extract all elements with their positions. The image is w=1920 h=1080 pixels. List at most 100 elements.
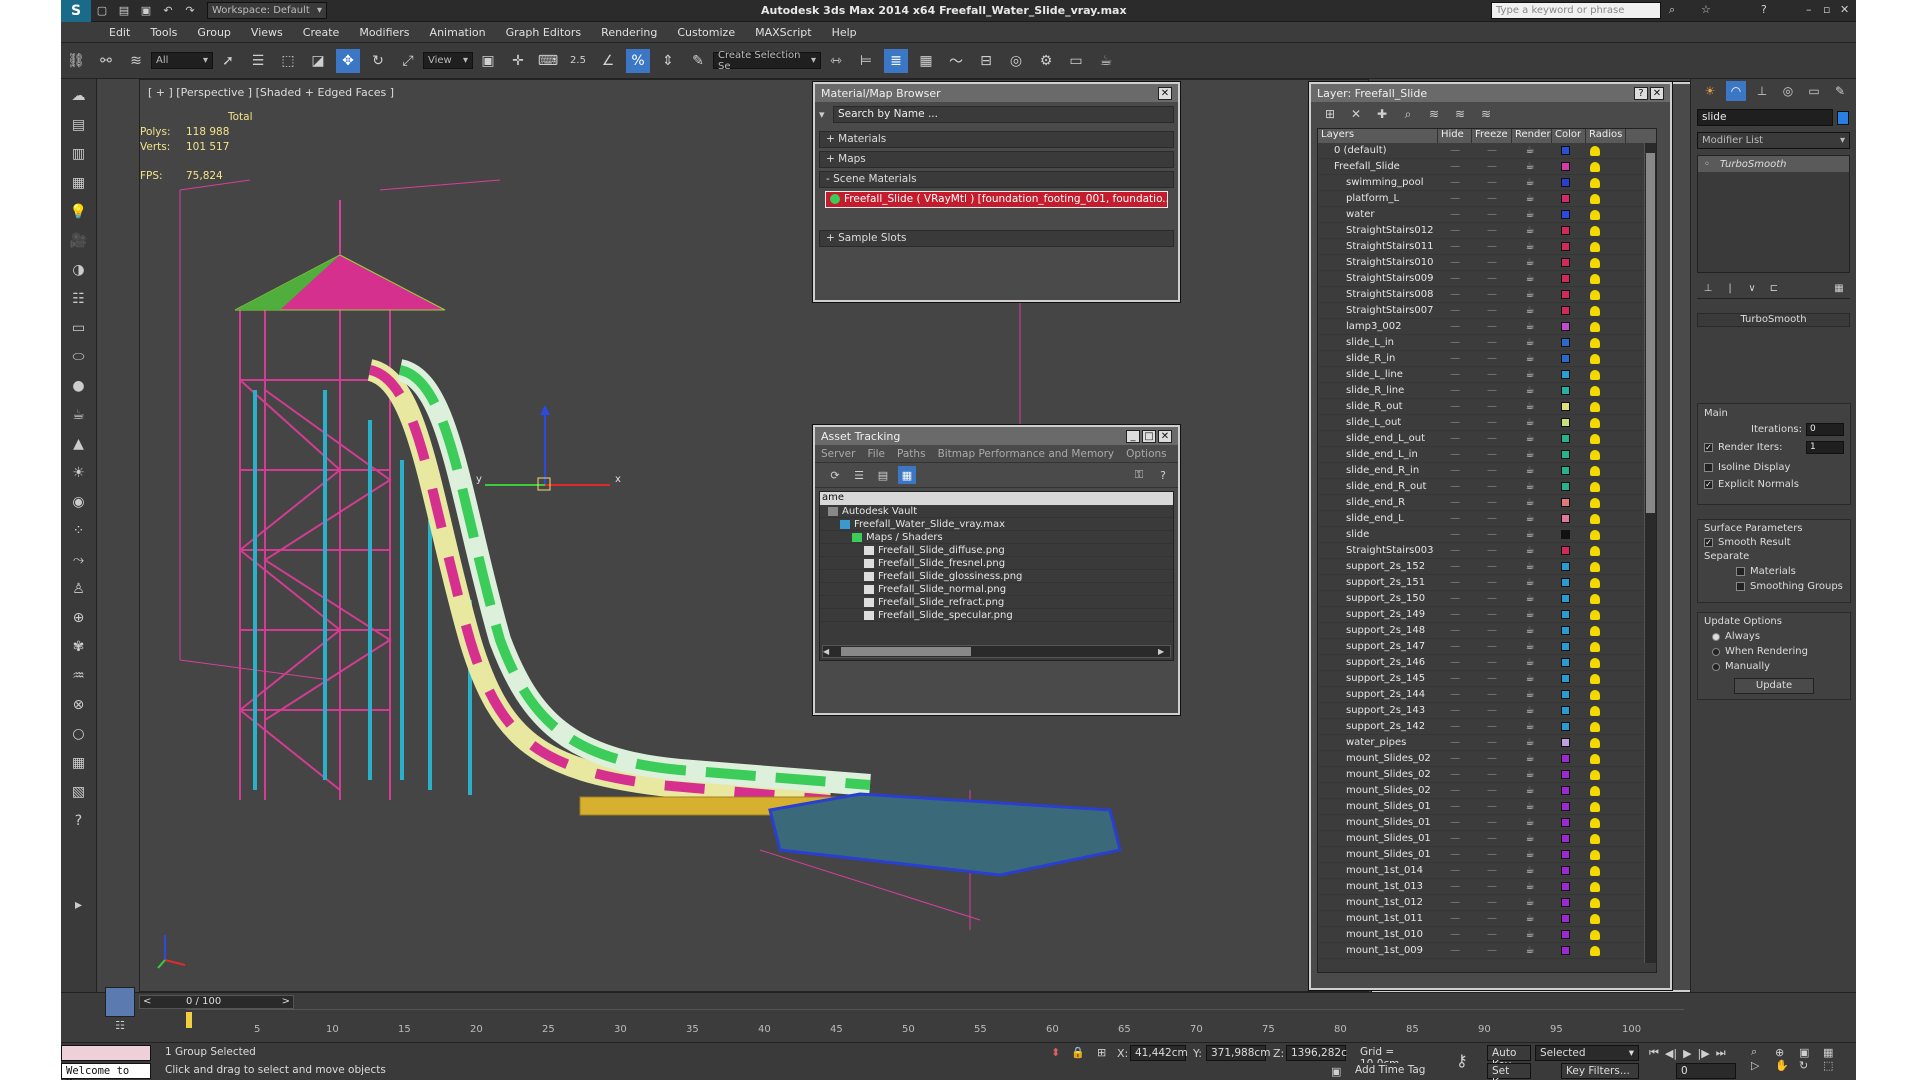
layer-row[interactable]: 0 (default) — — ☕ — [1318, 143, 1656, 159]
modify-tab-icon[interactable]: ◠ — [1726, 81, 1746, 101]
layer-color-swatch[interactable] — [1561, 482, 1570, 491]
layer-hide-toggle[interactable]: — — [1438, 385, 1472, 396]
col-radiosity[interactable]: Radios — [1586, 129, 1626, 143]
add-time-tag[interactable]: Add Time Tag — [1351, 1063, 1451, 1079]
sun-icon[interactable]: ☀ — [67, 461, 91, 485]
layer-row[interactable]: slide_end_L_out — — ☕ — [1318, 431, 1656, 447]
radiosity-lightbulb-icon[interactable] — [1590, 497, 1600, 508]
layer-row[interactable]: slide_end_R_in — — ☕ — [1318, 463, 1656, 479]
layer-row[interactable]: StraightStairs008— — ☕ — [1318, 287, 1656, 303]
open-file-icon[interactable]: ▤ — [116, 0, 132, 23]
utilities-tab-icon[interactable]: ✎ — [1830, 81, 1850, 101]
layer-freeze-toggle[interactable]: — — [1472, 513, 1512, 524]
layer-color-swatch[interactable] — [1561, 834, 1570, 843]
select-highlighted-icon[interactable]: ⌕ — [1398, 104, 1418, 124]
render-teapot-icon[interactable]: ☕ — [1512, 609, 1548, 620]
render-teapot-icon[interactable]: ☕ — [1512, 417, 1548, 428]
render-teapot-icon[interactable]: ☕ — [1512, 497, 1548, 508]
layer-row[interactable]: support_2s_142— — ☕ — [1318, 719, 1656, 735]
lightbulb-icon[interactable]: ◦ — [1704, 159, 1710, 170]
motion-tab-icon[interactable]: ◎ — [1778, 81, 1798, 101]
layer-color-swatch[interactable] — [1561, 322, 1570, 331]
display-tab-icon[interactable]: ▭ — [1804, 81, 1824, 101]
layer-freeze-toggle[interactable]: — — [1472, 625, 1512, 636]
menu-animation[interactable]: Animation — [430, 26, 486, 39]
menu-group[interactable]: Group — [197, 26, 231, 39]
layer-color-swatch[interactable] — [1561, 674, 1570, 683]
menu-graph-editors[interactable]: Graph Editors — [506, 26, 582, 39]
list-view-icon[interactable]: ☰ — [850, 466, 868, 484]
zoom-extents-all-icon[interactable]: ▦ — [1823, 1046, 1847, 1059]
close-icon[interactable]: ✕ — [1650, 86, 1664, 100]
radiosity-lightbulb-icon[interactable] — [1590, 385, 1600, 396]
menu-customize[interactable]: Customize — [677, 26, 735, 39]
new-file-icon[interactable]: ▢ — [94, 0, 110, 23]
freeze-all-icon[interactable]: ≋ — [1476, 104, 1496, 124]
layer-color-swatch[interactable] — [1561, 306, 1570, 315]
layer-row[interactable]: water_pipes — — ☕ — [1318, 735, 1656, 751]
render-teapot-icon[interactable]: ☕ — [1512, 225, 1548, 236]
layer-color-swatch[interactable] — [1561, 882, 1570, 891]
create-layer-icon[interactable]: ⊞ — [1320, 104, 1340, 124]
select-scale-icon[interactable]: ⤢ — [396, 49, 420, 73]
render-teapot-icon[interactable]: ☕ — [1512, 625, 1548, 636]
render-teapot-icon[interactable]: ☕ — [1512, 785, 1548, 796]
layer-hide-toggle[interactable]: — — [1438, 401, 1472, 412]
layer-color-swatch[interactable] — [1561, 546, 1570, 555]
layer-color-swatch[interactable] — [1561, 930, 1570, 939]
layer-freeze-toggle[interactable]: — — [1472, 177, 1512, 188]
col-render[interactable]: Render — [1512, 129, 1552, 143]
hierarchy-tab-icon[interactable]: ⊥ — [1752, 81, 1772, 101]
show-end-result-icon[interactable]: | — [1722, 281, 1738, 297]
render-teapot-icon[interactable]: ☕ — [1512, 865, 1548, 876]
layer-freeze-toggle[interactable]: — — [1472, 673, 1512, 684]
layer-row[interactable]: platform_L — — ☕ — [1318, 191, 1656, 207]
layer-row[interactable]: slide_R_out — — ☕ — [1318, 399, 1656, 415]
binoculars-icon[interactable]: ⌕ — [1669, 3, 1675, 17]
asset-tree-item[interactable]: Freefall_Slide_fresnel.png — [820, 557, 1173, 570]
radiosity-lightbulb-icon[interactable] — [1590, 369, 1600, 380]
layer-freeze-toggle[interactable]: — — [1472, 769, 1512, 780]
radiosity-lightbulb-icon[interactable] — [1590, 833, 1600, 844]
explicit-normals-checkbox[interactable]: ✓ — [1704, 480, 1713, 489]
goto-end-icon[interactable]: ⏭ — [1716, 1046, 1726, 1060]
layer-hide-toggle[interactable]: — — [1438, 801, 1472, 812]
layer-color-swatch[interactable] — [1561, 626, 1570, 635]
biped-icon[interactable]: ♙ — [67, 577, 91, 601]
layer-hide-toggle[interactable]: — — [1438, 769, 1472, 780]
radiosity-lightbulb-icon[interactable] — [1590, 737, 1600, 748]
render-teapot-icon[interactable]: ☕ — [1512, 721, 1548, 732]
help-icon[interactable]: ? — [1634, 86, 1648, 100]
layer-row[interactable]: support_2s_151— — ☕ — [1318, 575, 1656, 591]
render-setup-icon[interactable]: ⚙ — [1034, 49, 1058, 73]
radiosity-lightbulb-icon[interactable] — [1590, 209, 1600, 220]
layer-freeze-toggle[interactable]: — — [1472, 689, 1512, 700]
render-teapot-icon[interactable]: ☕ — [1512, 513, 1548, 524]
radiosity-lightbulb-icon[interactable] — [1590, 321, 1600, 332]
snap-toggle-icon[interactable]: 2.5 — [566, 49, 590, 73]
radiosity-lightbulb-icon[interactable] — [1590, 705, 1600, 716]
omni-light-icon[interactable]: ◉ — [67, 490, 91, 514]
layer-manager-icon[interactable]: ≣ — [884, 48, 908, 73]
layer-color-swatch[interactable] — [1561, 274, 1570, 283]
radiosity-lightbulb-icon[interactable] — [1590, 849, 1600, 860]
render-teapot-icon[interactable]: ☕ — [1512, 545, 1548, 556]
radiosity-lightbulb-icon[interactable] — [1590, 913, 1600, 924]
pin-icon[interactable]: ⬍ — [1051, 1046, 1060, 1059]
layer-hide-toggle[interactable]: — — [1438, 657, 1472, 668]
materials-checkbox[interactable] — [1736, 567, 1745, 576]
layers-vscrollbar[interactable] — [1644, 143, 1656, 963]
layer-color-swatch[interactable] — [1561, 466, 1570, 475]
layer-hide-toggle[interactable]: — — [1438, 513, 1472, 524]
menu-maxscript[interactable]: MAXScript — [755, 26, 811, 39]
render-teapot-icon[interactable]: ☕ — [1512, 257, 1548, 268]
radiosity-lightbulb-icon[interactable] — [1590, 337, 1600, 348]
rollout-sample-slots[interactable]: + Sample Slots — [819, 230, 1174, 247]
layer-freeze-toggle[interactable]: — — [1472, 705, 1512, 716]
menu-help[interactable]: Help — [832, 26, 857, 39]
mini-curve-toggle[interactable] — [105, 987, 135, 1017]
layer-color-swatch[interactable] — [1561, 402, 1570, 411]
keyboard-shortcut-icon[interactable]: ⌨ — [536, 49, 560, 73]
turbosmooth-rollout-title[interactable]: TurboSmooth — [1697, 313, 1850, 327]
sphere-icon[interactable]: ● — [67, 374, 91, 398]
